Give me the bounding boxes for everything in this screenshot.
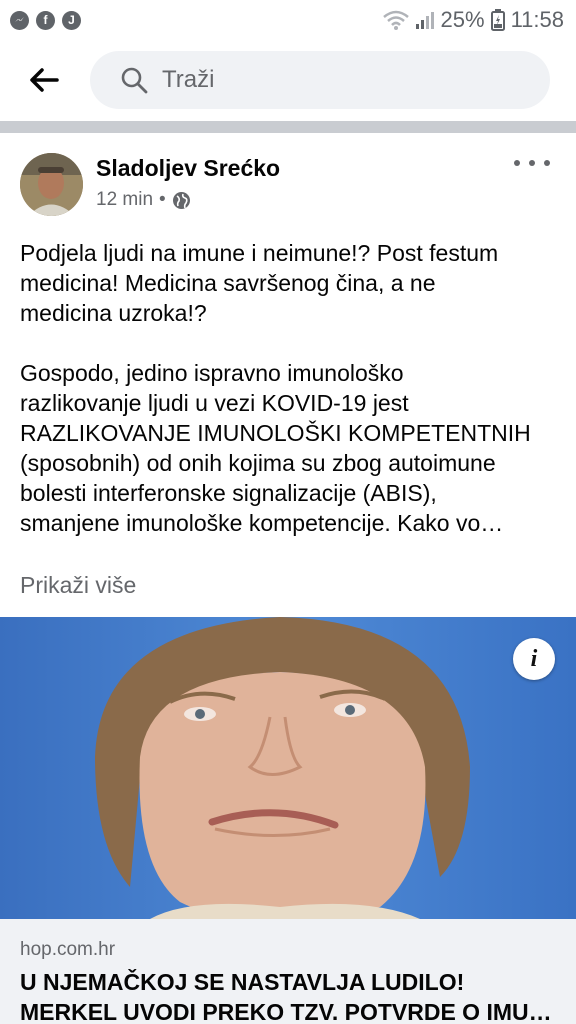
status-bar-system: 25% 11:58 — [382, 7, 564, 33]
post-paragraph: Podjela ljudi na imune i neimune!? Post … — [20, 240, 499, 326]
post-meta: 12 min • — [96, 189, 191, 211]
j-app-icon: J — [62, 10, 81, 30]
back-arrow-icon — [30, 68, 59, 92]
status-bar: f J 25% 11:58 — [0, 0, 576, 40]
globe-icon — [172, 191, 190, 209]
post-time[interactable]: 12 min — [96, 189, 153, 211]
status-bar-notifications: f J — [10, 10, 81, 30]
battery-icon — [490, 9, 505, 31]
search-input[interactable]: Traži — [90, 51, 550, 109]
wifi-icon — [382, 10, 409, 30]
post-body: Podjela ljudi na imune i neimune!? Post … — [20, 238, 560, 538]
search-header: Traži — [0, 40, 576, 120]
post-header: Sladoljev Srećko 12 min • — [0, 133, 576, 233]
more-dot-icon — [529, 160, 535, 166]
link-domain: hop.com.hr — [20, 939, 116, 960]
link-preview-image[interactable] — [0, 617, 576, 919]
portrait-photo — [0, 617, 576, 919]
section-divider — [0, 121, 576, 133]
meta-separator: • — [159, 189, 166, 210]
link-title-line: MERKEL UVODI PREKO TZV. POTVRDE O IMU… — [20, 999, 552, 1024]
avatar[interactable] — [20, 153, 83, 216]
clock: 11:58 — [510, 7, 564, 32]
link-title-line: U NJEMAČKOJ SE NASTAVLJA LUDILO! — [20, 969, 465, 995]
post-author[interactable]: Sladoljev Srećko — [96, 155, 280, 182]
info-button[interactable]: i — [513, 638, 555, 680]
more-dot-icon — [514, 160, 520, 166]
post-paragraph: Gospodo, jedino ispravno imunološko razl… — [20, 360, 531, 536]
messenger-icon — [10, 10, 29, 30]
link-title: U NJEMAČKOJ SE NASTAVLJA LUDILO! MERKEL … — [20, 967, 556, 1024]
see-more-link[interactable]: Prikaži više — [20, 572, 136, 599]
battery-percent: 25% — [440, 7, 485, 32]
more-options-button[interactable] — [514, 151, 550, 175]
back-button[interactable] — [26, 62, 62, 98]
search-placeholder: Traži — [162, 66, 215, 93]
signal-icon — [415, 12, 434, 29]
search-icon — [121, 67, 148, 94]
avatar-image — [20, 153, 83, 216]
facebook-icon: f — [36, 10, 55, 30]
link-preview-card[interactable]: hop.com.hr U NJEMAČKOJ SE NASTAVLJA LUDI… — [0, 919, 576, 1024]
more-dot-icon — [544, 160, 550, 166]
